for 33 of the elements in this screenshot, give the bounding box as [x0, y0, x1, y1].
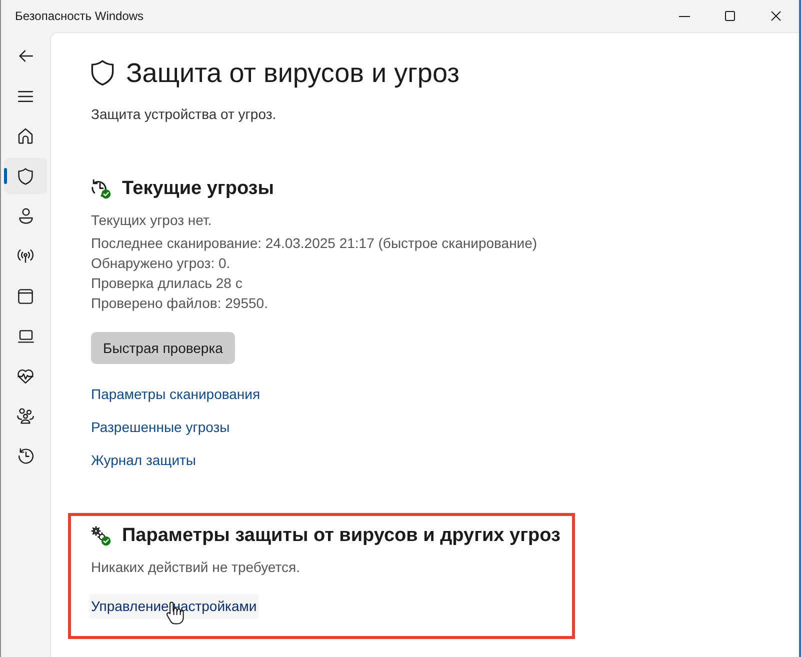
page-subtitle: Защита устройства от угроз.	[91, 105, 278, 124]
arrow-left-icon	[18, 50, 32, 62]
status-text: Никаких действий не требуется.	[91, 558, 301, 577]
section-heading: Текущие угрозы	[122, 178, 274, 200]
detail-text: Проверено файлов: 29550.	[91, 294, 269, 313]
link[interactable]: Управление настройками	[89, 594, 259, 619]
laptop-icon	[18, 330, 34, 342]
detail-text: Проверка длилась 28 с	[91, 274, 244, 293]
shield-icon	[91, 60, 114, 86]
quick-scan-button[interactable]: Быстрая проверка	[91, 332, 235, 364]
app-window-icon	[18, 288, 33, 304]
menu-icon	[18, 90, 33, 102]
detail-text: Последнее сканирование: 24.03.2025 21:17 (быстрое сканирование)	[91, 234, 538, 253]
page-title: Защита от вирусов и угроз	[126, 58, 460, 88]
link[interactable]: Разрешенные угрозы	[89, 415, 232, 440]
history-icon	[18, 448, 34, 464]
people-icon	[17, 408, 34, 424]
nav-item[interactable]	[4, 158, 47, 194]
heart-pulse-icon	[17, 368, 34, 384]
gears-check-icon	[91, 526, 111, 546]
section-heading: Параметры защиты от вирусов и других угроз	[122, 525, 560, 547]
close-icon	[771, 11, 781, 21]
shield-icon	[18, 168, 33, 184]
link[interactable]: Журнал защиты	[89, 448, 198, 473]
home-icon	[18, 128, 33, 144]
detail-text: Обнаружено угроз: 0.	[91, 254, 232, 273]
maximize-icon	[725, 11, 735, 21]
window-title: Безопасность Windows	[15, 9, 144, 23]
status-text: Текущих угроз нет.	[91, 211, 213, 230]
history-check-icon	[91, 179, 111, 199]
link[interactable]: Параметры сканирования	[89, 382, 262, 407]
antenna-icon	[17, 249, 34, 263]
person-icon	[18, 208, 32, 224]
